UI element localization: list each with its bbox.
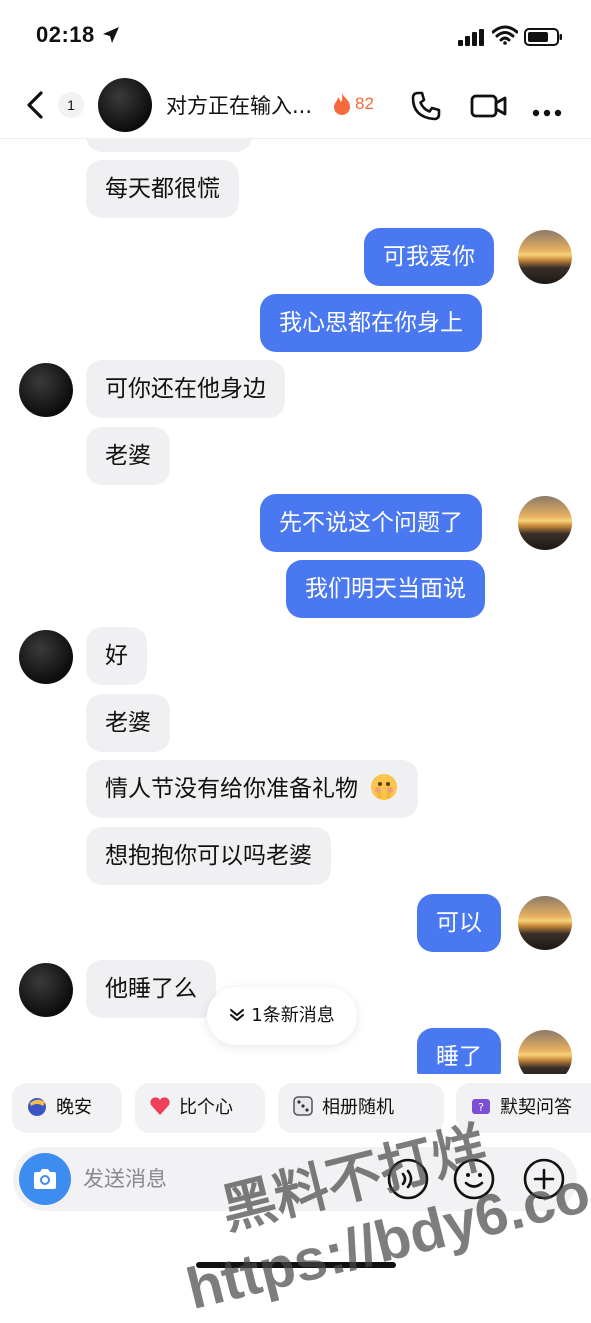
streak-fire-icon (332, 92, 352, 120)
location-arrow-icon (102, 26, 120, 48)
double-chevron-down-icon (229, 989, 245, 1047)
message-bubble-partial[interactable] (86, 138, 252, 152)
quick-reply-label: 比个心 (179, 1097, 233, 1118)
my-avatar[interactable] (518, 1030, 572, 1074)
phone-call-icon[interactable] (410, 90, 442, 126)
more-options-icon[interactable] (532, 102, 562, 121)
quick-reply-label: 默契问答 (500, 1097, 572, 1118)
message-bubble[interactable]: 老婆 (86, 427, 170, 485)
my-avatar[interactable] (518, 496, 572, 550)
message-bubble[interactable]: 我心思都在你身上 (260, 294, 482, 352)
streak-count: 82 (355, 94, 374, 113)
status-bar: 02:18 (0, 0, 591, 70)
message-list[interactable]: 每天都很慌 可我爱你 我心思都在你身上 可你还在他身边 老婆 先不说这个问题了 … (0, 138, 591, 1074)
chat-header: 1 对方正在输入... 82 (0, 72, 591, 139)
heart-icon (149, 1087, 171, 1115)
quick-reply-label: 相册随机 (322, 1097, 394, 1118)
camera-button[interactable] (19, 1153, 71, 1205)
contact-avatar[interactable] (98, 78, 152, 132)
message-bubble[interactable]: 想抱抱你可以吗老婆 (86, 827, 331, 885)
battery-icon (524, 27, 564, 51)
new-message-pill[interactable]: 1条新消息 (207, 987, 357, 1045)
shy-emoji-icon (369, 766, 399, 824)
message-bubble[interactable]: 睡了 (417, 1028, 501, 1074)
message-bubble[interactable]: 情人节没有给你准备礼物 (86, 760, 419, 818)
contact-message-avatar[interactable] (19, 963, 73, 1017)
svg-text:?: ? (478, 1101, 484, 1114)
moon-icon (26, 1087, 48, 1116)
quick-reply-goodnight[interactable]: 晚安 (12, 1083, 122, 1133)
message-bubble[interactable]: 可你还在他身边 (86, 360, 285, 418)
message-bubble[interactable]: 好 (86, 627, 147, 685)
chat-title: 对方正在输入... (166, 94, 313, 118)
camera-icon (31, 1167, 59, 1195)
video-call-icon[interactable] (470, 92, 508, 124)
message-bubble[interactable]: 我们明天当面说 (286, 560, 485, 618)
dice-icon (292, 1087, 314, 1116)
status-time: 02:18 (36, 22, 95, 47)
message-input[interactable]: 发送消息 (83, 1147, 167, 1211)
message-bubble[interactable]: 他睡了么 (86, 960, 216, 1018)
wifi-icon (491, 25, 519, 49)
message-bubble[interactable]: 可以 (417, 894, 501, 952)
message-bubble[interactable]: 每天都很慌 (86, 160, 239, 218)
message-text: 情人节没有给你准备礼物 (105, 776, 358, 802)
message-bubble[interactable]: 先不说这个问题了 (260, 494, 482, 552)
my-avatar[interactable] (518, 230, 572, 284)
message-bubble[interactable]: 可我爱你 (364, 228, 494, 286)
contact-message-avatar[interactable] (19, 363, 73, 417)
quick-reply-heart[interactable]: 比个心 (135, 1083, 265, 1133)
back-arrow-icon[interactable] (22, 90, 48, 124)
contact-message-avatar[interactable] (19, 630, 73, 684)
my-avatar[interactable] (518, 896, 572, 950)
unread-count-badge[interactable]: 1 (58, 92, 84, 118)
new-message-label: 1条新消息 (251, 1005, 335, 1026)
quick-reply-label: 晚安 (56, 1097, 92, 1118)
cellular-signal-icon (458, 29, 486, 51)
message-bubble[interactable]: 老婆 (86, 694, 170, 752)
